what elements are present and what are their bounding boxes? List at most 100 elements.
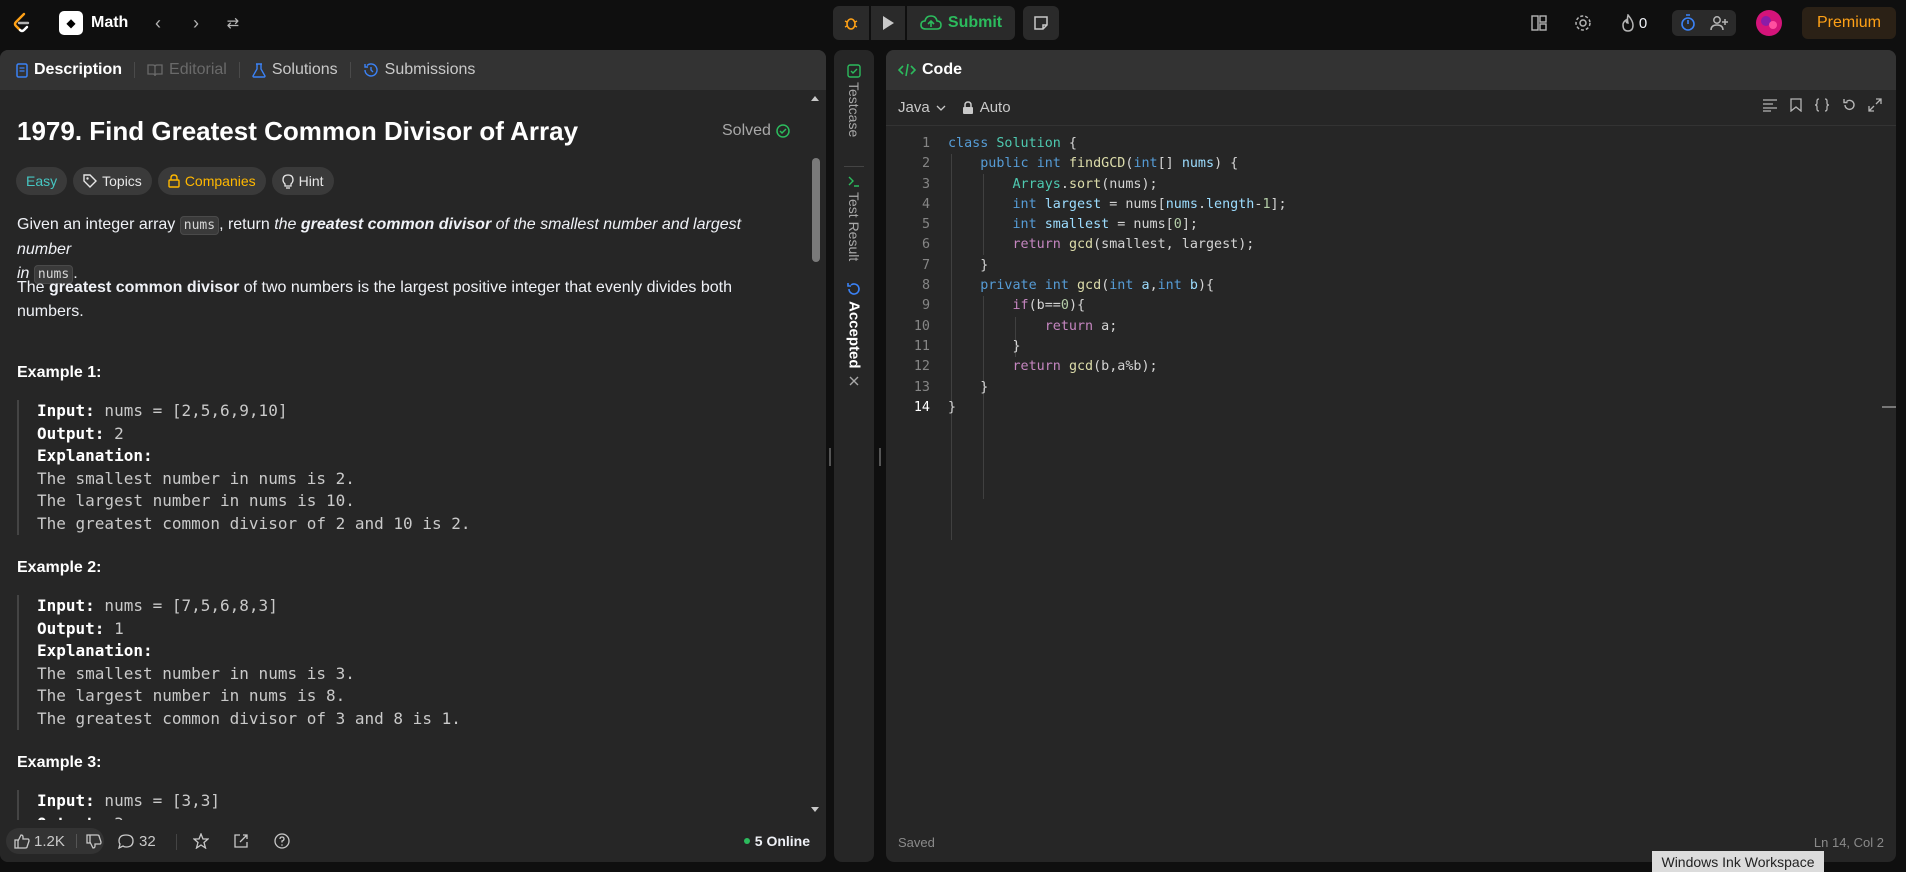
line-number: 13 (913, 379, 930, 395)
code-settings-bar: Java Auto (886, 90, 1896, 126)
code-line: public int findGCD(int[] nums) { (980, 156, 1239, 172)
code-line: private int gcd(int a,int b){ (980, 278, 1215, 294)
streak-count: 0 (1638, 14, 1648, 32)
leetcode-logo-icon[interactable] (10, 11, 34, 35)
notes-button[interactable] (1023, 6, 1059, 40)
settings-button[interactable] (1570, 10, 1596, 36)
companies-label: Companies (184, 173, 256, 189)
tab-description-label: Description (34, 61, 123, 78)
format-lines-icon[interactable] (1762, 98, 1778, 112)
avatar-icon (1756, 10, 1782, 36)
line-number: 8 (921, 278, 930, 294)
explanation-label: Explanation: (37, 446, 153, 465)
language-select[interactable]: Java (898, 99, 946, 116)
expand-icon[interactable] (1868, 98, 1882, 112)
auto-mode-toggle[interactable]: Auto (962, 99, 1011, 116)
companies-tag[interactable]: Companies (157, 167, 266, 195)
run-button[interactable] (871, 6, 905, 40)
flame-icon (1622, 14, 1634, 32)
share-icon (234, 834, 248, 848)
premium-button[interactable]: Premium (1802, 7, 1896, 39)
code-line: } (948, 338, 1021, 354)
code-line: return a; (1044, 318, 1118, 334)
example-block: Input: nums = [2,5,6,9,10] Output: 2 Exp… (17, 400, 470, 535)
tab-editorial[interactable]: Editorial (141, 50, 233, 90)
tab-testcase[interactable]: Testcase (834, 64, 874, 137)
braces-icon[interactable] (1814, 98, 1830, 112)
tab-description[interactable]: Description (10, 50, 128, 90)
note-icon (1034, 16, 1048, 30)
output-label: Output: (37, 618, 105, 638)
submit-button[interactable]: Submit (907, 6, 1015, 40)
example-heading: Example 2: (17, 559, 102, 576)
line-number: 2 (921, 156, 930, 172)
panel-resize-handle[interactable] (879, 448, 881, 466)
reset-icon[interactable] (1842, 98, 1856, 112)
add-user-icon[interactable] (1710, 15, 1728, 31)
testcase-label: Testcase (846, 82, 862, 138)
favorite-button[interactable] (193, 828, 209, 854)
tab-accepted[interactable]: Accepted (834, 281, 874, 387)
solved-label: Solved (722, 122, 771, 139)
line-number: 1 (921, 136, 930, 151)
footer-divider (176, 834, 177, 850)
streak-counter[interactable]: 0 (1614, 10, 1654, 36)
tab-solutions[interactable]: Solutions (246, 50, 344, 90)
example-block: Input: nums = [7,5,6,8,3] Output: 1 Expl… (17, 595, 461, 730)
lock-icon (962, 100, 973, 114)
description-tabs: Description Editorial Solutions Submissi… (0, 50, 826, 90)
tab-test-result[interactable]: Test Result (834, 174, 874, 261)
code-line: return gcd(b,a%b); (1012, 359, 1158, 375)
line-number: 6 (921, 237, 930, 253)
save-status: Saved (898, 834, 935, 850)
code-icon (898, 63, 916, 77)
avatar[interactable] (1756, 10, 1782, 36)
problem-list-button[interactable]: ◆ Math (59, 10, 128, 36)
tab-submissions[interactable]: Submissions (357, 50, 482, 90)
stopwatch-icon[interactable] (1680, 14, 1696, 32)
shuffle-icon[interactable]: ⇄ (222, 12, 244, 34)
output-label: Output: (37, 423, 105, 443)
close-icon[interactable] (848, 375, 860, 387)
topics-label: Topics (102, 173, 142, 189)
hint-tag[interactable]: Hint (271, 167, 334, 195)
scroll-up-icon[interactable] (810, 94, 820, 102)
code-line: } (948, 257, 989, 273)
scrollbar-thumb[interactable] (812, 158, 820, 262)
prev-problem-icon[interactable]: ‹ (147, 12, 169, 34)
problem-title-text: 1979. Find Greatest Common Divisor of Ar… (17, 116, 579, 146)
layout-grid-icon (1531, 15, 1547, 31)
line-number-gutter: 1 2 3 4 5 6 7 8 9 10 11 12 13 14 (886, 134, 930, 418)
test-result-label: Test Result (846, 192, 862, 262)
terminal-icon (848, 176, 859, 187)
code-line: return gcd(smallest, largest); (1012, 237, 1255, 253)
line-number: 11 (913, 338, 930, 354)
share-button[interactable] (233, 828, 249, 854)
layout-button[interactable] (1526, 10, 1552, 36)
run-toolbar: Submit (833, 6, 1059, 40)
submit-label: Submit (947, 14, 1003, 31)
help-button[interactable] (274, 828, 290, 854)
code-line: } (948, 379, 989, 395)
example-heading: Example 1: (17, 364, 102, 381)
thumbs-down-icon[interactable] (86, 833, 102, 849)
bookmark-icon[interactable] (1790, 98, 1802, 112)
scroll-down-icon[interactable] (810, 806, 820, 814)
example-block: Input: nums = [3,3] Output: 3 (17, 790, 220, 822)
next-problem-icon[interactable]: › (185, 12, 207, 34)
flask-icon (252, 62, 266, 78)
panel-resize-handle[interactable] (829, 448, 831, 466)
comments-button[interactable]: 32 (118, 828, 156, 854)
explanation-label: Explanation: (37, 641, 153, 660)
statement-italic: the (274, 216, 301, 233)
code-editor[interactable]: 1 2 3 4 5 6 7 8 9 10 11 12 13 14 class Solution { pub… (886, 134, 1896, 814)
topics-tag[interactable]: Topics (73, 167, 152, 195)
history-icon (363, 63, 378, 77)
inline-code: nums (179, 216, 220, 235)
code-line: class Solution { (948, 136, 1077, 151)
like-button[interactable]: 1.2K (6, 833, 65, 850)
debug-button[interactable] (833, 6, 869, 40)
description-footer: 1.2K 32 5 Online (0, 820, 826, 862)
tab-submissions-label: Submissions (384, 61, 476, 78)
cloud-upload-icon (920, 15, 942, 30)
